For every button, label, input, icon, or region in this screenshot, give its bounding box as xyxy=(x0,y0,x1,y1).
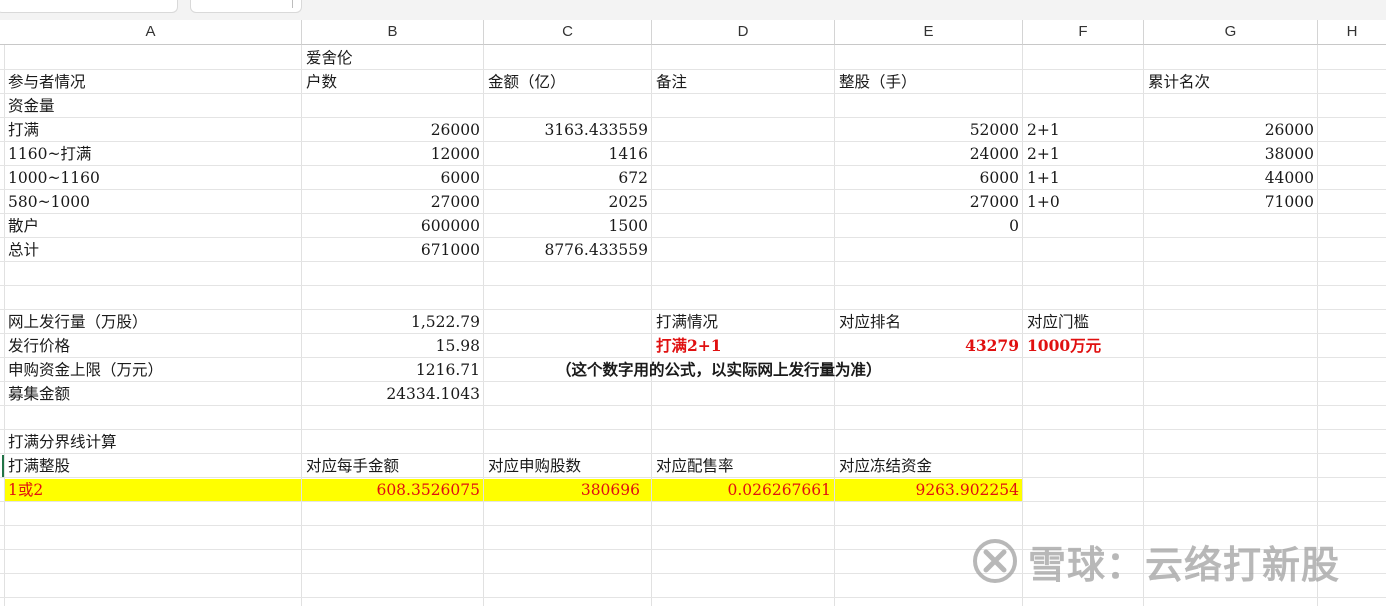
cell-b1[interactable]: 爱舍伦 xyxy=(302,46,357,70)
cell-g7[interactable]: 71000 xyxy=(1144,190,1318,214)
cell-c2[interactable]: 金额（亿） xyxy=(484,70,570,94)
cell-e5[interactable]: 24000 xyxy=(835,142,1023,166)
snowball-logo-icon xyxy=(973,539,1017,583)
cell-g5[interactable]: 38000 xyxy=(1144,142,1318,166)
cell-b19[interactable]: 608.3526075 xyxy=(302,478,484,502)
cell-g4[interactable]: 26000 xyxy=(1144,118,1318,142)
cell-c5[interactable]: 1416 xyxy=(484,142,652,166)
cell-a8[interactable]: 散户 xyxy=(4,214,43,238)
cell-e12[interactable]: 对应排名 xyxy=(835,310,905,334)
cell-a15[interactable]: 募集金额 xyxy=(4,382,74,406)
sheet-tab-1[interactable] xyxy=(0,0,178,13)
cell-a7[interactable]: 580~1000 xyxy=(4,190,94,214)
column-header-h[interactable]: H xyxy=(1318,20,1386,45)
column-header-e[interactable]: E xyxy=(835,20,1023,45)
cell-a19[interactable]: 1或2 xyxy=(4,478,47,502)
watermark-text: 雪球：云络打新股 xyxy=(1028,542,1341,587)
cell-d2[interactable]: 备注 xyxy=(652,70,691,94)
cell-d12[interactable]: 打满情况 xyxy=(652,310,722,334)
cell-a13[interactable]: 发行价格 xyxy=(4,334,74,358)
cell-a18[interactable]: 打满整股 xyxy=(4,454,74,478)
cell-e18[interactable]: 对应冻结资金 xyxy=(835,454,936,478)
cell-b6[interactable]: 6000 xyxy=(302,166,484,190)
column-header-g[interactable]: G xyxy=(1144,20,1318,45)
cell-d19[interactable]: 0.026267661 xyxy=(652,478,835,502)
column-header-a[interactable]: A xyxy=(0,20,302,45)
watermark: 雪球：云络打新股 xyxy=(972,531,1340,591)
cell-a9[interactable]: 总计 xyxy=(4,238,43,262)
cell-c7[interactable]: 2025 xyxy=(484,190,652,214)
cell-b7[interactable]: 27000 xyxy=(302,190,484,214)
cell-b4[interactable]: 26000 xyxy=(302,118,484,142)
cell-a4[interactable]: 打满 xyxy=(4,118,43,142)
cell-c14-note[interactable]: （这个数字用的公式，以实际网上发行量为准） xyxy=(552,358,886,382)
cell-e4[interactable]: 52000 xyxy=(835,118,1023,142)
cell-d18[interactable]: 对应配售率 xyxy=(652,454,738,478)
cell-c4[interactable]: 3163.433559 xyxy=(484,118,652,142)
cell-a3[interactable]: 资金量 xyxy=(4,94,59,118)
cell-c8[interactable]: 1500 xyxy=(484,214,652,238)
cell-f5[interactable]: 2+1 xyxy=(1023,142,1064,166)
cell-f7[interactable]: 1+0 xyxy=(1023,190,1064,214)
cell-e13[interactable]: 43279 xyxy=(835,334,1023,358)
cell-a14[interactable]: 申购资金上限（万元） xyxy=(4,358,167,382)
cell-b14[interactable]: 1216.71 xyxy=(302,358,484,382)
cell-f4[interactable]: 2+1 xyxy=(1023,118,1064,142)
column-header-d[interactable]: D xyxy=(652,20,835,45)
cell-g6[interactable]: 44000 xyxy=(1144,166,1318,190)
cell-b18[interactable]: 对应每手金额 xyxy=(302,454,403,478)
cell-a12[interactable]: 网上发行量（万股） xyxy=(4,310,152,334)
cell-c9[interactable]: 8776.433559 xyxy=(484,238,652,262)
cell-c6[interactable]: 672 xyxy=(484,166,652,190)
cell-b2[interactable]: 户数 xyxy=(302,70,341,94)
cell-a2[interactable]: 参与者情况 xyxy=(4,70,90,94)
cell-c18[interactable]: 对应申购股数 xyxy=(484,454,585,478)
cell-b9[interactable]: 671000 xyxy=(302,238,484,262)
cell-a5[interactable]: 1160~打满 xyxy=(4,142,95,166)
cell-e8[interactable]: 0 xyxy=(835,214,1023,238)
column-header-c[interactable]: C xyxy=(484,20,652,45)
cell-e2[interactable]: 整股（手） xyxy=(835,70,921,94)
cell-e19[interactable]: 9263.902254 xyxy=(835,478,1023,502)
column-header-f[interactable]: F xyxy=(1023,20,1144,45)
cell-f12[interactable]: 对应门槛 xyxy=(1023,310,1093,334)
cell-f13[interactable]: 1000万元 xyxy=(1023,334,1105,358)
cell-e7[interactable]: 27000 xyxy=(835,190,1023,214)
cell-b5[interactable]: 12000 xyxy=(302,142,484,166)
cell-b8[interactable]: 600000 xyxy=(302,214,484,238)
tab-separator xyxy=(292,0,293,8)
cell-c19[interactable]: 380696 xyxy=(484,478,644,502)
cell-b13[interactable]: 15.98 xyxy=(302,334,484,358)
cell-b12[interactable]: 1,522.79 xyxy=(302,310,484,334)
cell-g2[interactable]: 累计名次 xyxy=(1144,70,1214,94)
spreadsheet-grid[interactable]: 爱舍伦 参与者情况 户数 金额（亿） 备注 整股（手） 累计名次 资金量 打满 … xyxy=(0,45,1386,606)
cell-a17[interactable]: 打满分界线计算 xyxy=(4,430,121,454)
sheet-tab-2[interactable] xyxy=(190,0,302,13)
cell-d13[interactable]: 打满2+1 xyxy=(652,334,726,358)
window-top-bar xyxy=(0,0,1386,20)
cell-e6[interactable]: 6000 xyxy=(835,166,1023,190)
cell-f6[interactable]: 1+1 xyxy=(1023,166,1064,190)
cell-b15[interactable]: 24334.1043 xyxy=(302,382,484,406)
column-header-b[interactable]: B xyxy=(302,20,484,45)
cell-a6[interactable]: 1000~1160 xyxy=(4,166,104,190)
